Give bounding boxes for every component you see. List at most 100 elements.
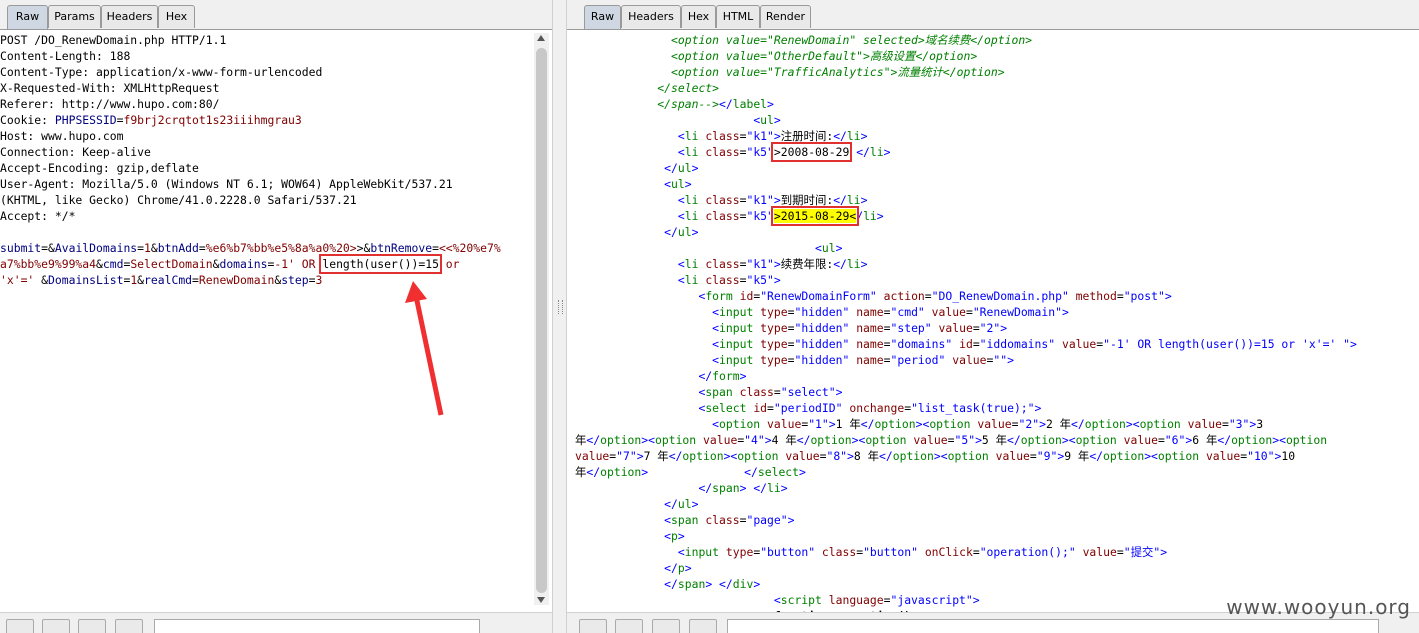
code-token: class <box>705 273 740 287</box>
code-token: Host: www.hupo.com <box>0 129 124 143</box>
code-token: >< <box>1144 449 1158 463</box>
code-token: value <box>1187 417 1222 431</box>
previous-button[interactable] <box>615 619 643 633</box>
code-token: 注册时间: <box>780 129 834 143</box>
code-token: < <box>677 193 685 207</box>
next-button[interactable] <box>115 619 143 633</box>
response-tab-raw[interactable]: Raw <box>584 5 621 29</box>
code-token: value <box>977 417 1012 431</box>
code-token: & <box>150 241 158 255</box>
code-token: </ <box>1217 433 1232 447</box>
code-token: Content-Type: application/x-www-form-url… <box>0 65 323 79</box>
request-tab-hex[interactable]: Hex <box>158 5 195 28</box>
response-tab-headers[interactable]: Headers <box>621 5 681 28</box>
request-tab-raw[interactable]: Raw <box>7 5 48 29</box>
code-token: < <box>677 545 685 559</box>
code-token: step <box>281 273 309 287</box>
scroll-down-icon[interactable] <box>537 597 545 603</box>
request-editor[interactable]: POST /DO_RenewDomain.php HTTP/1.1 Content… <box>0 32 501 288</box>
code-token: 6 年 <box>1192 433 1218 447</box>
code-line: User-Agent: Mozilla/5.0 (Windows NT 6.1;… <box>0 176 501 192</box>
code-token: li <box>846 257 861 271</box>
code-line: <li class="k1">到期时间:</li> <box>575 192 1357 208</box>
help-button[interactable] <box>6 619 34 633</box>
code-token: = <box>1221 417 1229 431</box>
code-token: "2" <box>979 321 1001 335</box>
add-button[interactable] <box>652 619 680 633</box>
code-token: AvailDomains <box>54 241 138 255</box>
divider-grip-icon[interactable] <box>558 300 563 314</box>
code-token: li <box>767 481 781 495</box>
help-button[interactable] <box>579 619 607 633</box>
code-token: name <box>856 305 884 319</box>
code-token: & <box>137 273 145 287</box>
response-tab-render[interactable]: Render <box>760 5 811 28</box>
pane-divider[interactable] <box>552 0 567 633</box>
code-token: < <box>773 593 781 607</box>
code-token: > <box>691 497 699 511</box>
code-token: </ <box>744 465 758 479</box>
request-scrollbar[interactable] <box>534 33 549 605</box>
code-token: option <box>1084 417 1126 431</box>
next-button[interactable] <box>689 619 717 633</box>
code-token: ul <box>677 161 692 175</box>
code-token: > <box>691 225 699 239</box>
request-tab-headers[interactable]: Headers <box>101 5 158 28</box>
response-pane: Raw Headers Hex HTML Render < option valu… <box>567 0 1419 633</box>
code-token: 年 <box>575 433 587 447</box>
code-line: <input type = "button" class = "button" onCl… <box>575 544 1357 560</box>
response-tab-html[interactable]: HTML <box>716 5 760 28</box>
code-token: >< <box>641 433 655 447</box>
code-token: onClick <box>924 545 973 559</box>
code-token: action <box>883 289 925 303</box>
code-token: > <box>860 129 868 143</box>
request-tab-params[interactable]: Params <box>48 5 101 28</box>
add-button[interactable] <box>78 619 106 633</box>
code-token: value <box>1061 337 1097 351</box>
code-line: 年</option> </select> <box>575 464 1357 480</box>
scroll-up-icon[interactable] <box>537 35 545 41</box>
code-token: < <box>664 529 672 543</box>
code-line: Connection: Keep-alive <box>0 144 501 160</box>
code-token: > <box>773 193 781 207</box>
code-token: > <box>1160 545 1168 559</box>
code-token: 3 <box>1256 417 1264 431</box>
response-search-input[interactable] <box>727 619 1379 633</box>
scrollbar-thumb[interactable] <box>536 48 547 593</box>
code-token: > <box>767 97 774 111</box>
code-token: li <box>684 193 699 207</box>
code-token: < <box>712 321 720 335</box>
code-token: PHPSESSID <box>54 113 117 127</box>
previous-button[interactable] <box>42 619 70 633</box>
code-token: Cookie: <box>0 113 55 127</box>
code-token: "RenewDomainForm" <box>760 289 877 303</box>
code-token: ul <box>677 497 692 511</box>
code-token: >& <box>356 241 371 255</box>
request-pane: Raw Params Headers Hex POST /DO_RenewDom… <box>0 0 552 633</box>
code-token: "iddomains" <box>979 337 1056 351</box>
code-token: </ <box>796 433 811 447</box>
code-token: class <box>739 385 774 399</box>
response-tab-hex[interactable]: Hex <box>681 5 716 28</box>
code-line: <input type="hidden" name="domains" id="… <box>575 336 1357 352</box>
request-search-input[interactable] <box>154 619 480 633</box>
code-token: value <box>785 449 820 463</box>
response-viewer[interactable]: <option value="RenewDomain" selected>域名续… <box>575 32 1357 624</box>
code-token: = <box>308 273 316 287</box>
code-token: > <box>883 145 891 159</box>
code-token: </ <box>1007 433 1021 447</box>
code-token: > <box>828 417 836 431</box>
code-token: > <box>636 449 644 463</box>
code-line: <input type="hidden" name="cmd" value="R… <box>575 304 1357 320</box>
code-token: & <box>96 257 103 271</box>
code-token: "9" <box>1036 449 1058 463</box>
code-line: </select> <box>575 80 1357 96</box>
